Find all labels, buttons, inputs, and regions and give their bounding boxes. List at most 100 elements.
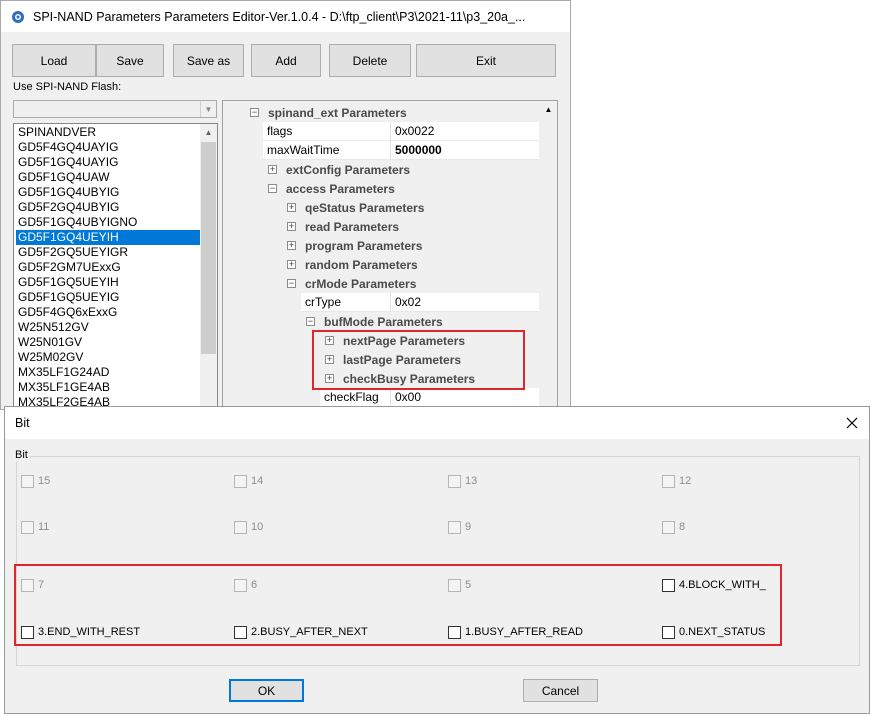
expand-icon[interactable]: + bbox=[287, 222, 296, 231]
main-titlebar[interactable]: SPI-NAND Parameters Parameters Editor-Ve… bbox=[1, 1, 570, 32]
flash-list-item[interactable]: GD5F1GQ4UAYIG bbox=[16, 155, 202, 170]
checkbox-icon bbox=[448, 474, 461, 488]
highlight-box-bits bbox=[14, 564, 782, 646]
tree-node-program[interactable]: + program Parameters bbox=[287, 236, 422, 255]
bit-group-label: Bit bbox=[13, 449, 30, 461]
bit-checkbox-label: 10 bbox=[251, 521, 264, 533]
tree-node-label: read Parameters bbox=[305, 219, 400, 234]
scroll-up-icon[interactable]: ▲ bbox=[540, 101, 557, 118]
tree-scrollbar[interactable]: ▲ bbox=[540, 101, 557, 412]
tree-node-label: qeStatus Parameters bbox=[305, 200, 425, 215]
chevron-down-icon[interactable]: ▼ bbox=[200, 101, 216, 117]
flash-list-item[interactable]: W25M02GV bbox=[16, 350, 202, 365]
collapse-icon[interactable]: − bbox=[306, 317, 315, 326]
bit-checkbox: 12 bbox=[662, 473, 691, 489]
flash-list-item[interactable]: GD5F1GQ4UEYIH bbox=[16, 230, 202, 245]
ok-button[interactable]: OK bbox=[229, 679, 304, 702]
flash-list-item[interactable]: GD5F4GQ6xExxG bbox=[16, 305, 202, 320]
tree-node-label: bufMode Parameters bbox=[324, 314, 443, 329]
tree-node-label: random Parameters bbox=[305, 257, 418, 272]
bit-dialog: Bit Bit 15 14 13 12 11 10 9 8 7 6 5 4.BLOCK_WITH_ 3.… bbox=[4, 406, 870, 714]
flash-list-item[interactable]: GD5F4GQ4UAYIG bbox=[16, 140, 202, 155]
flash-list-item[interactable]: GD5F2GQ5UEYIGR bbox=[16, 245, 202, 260]
main-window-title: SPI-NAND Parameters Parameters Editor-Ve… bbox=[33, 9, 526, 24]
tree-node-read[interactable]: + read Parameters bbox=[287, 217, 399, 236]
param-value[interactable]: 5000000 bbox=[391, 141, 539, 160]
exit-button[interactable]: Exit bbox=[416, 44, 556, 77]
expand-icon[interactable]: + bbox=[287, 241, 296, 250]
save-button[interactable]: Save bbox=[96, 44, 164, 77]
collapse-icon[interactable]: − bbox=[287, 279, 296, 288]
flash-select-label: Use SPI-NAND Flash: bbox=[13, 81, 122, 93]
flash-list-item[interactable]: GD5F1GQ4UBYIG bbox=[16, 185, 202, 200]
list-scrollbar[interactable]: ▲ bbox=[200, 124, 217, 412]
checkbox-icon bbox=[234, 474, 247, 488]
cancel-button[interactable]: Cancel bbox=[523, 679, 598, 702]
expand-icon[interactable]: + bbox=[287, 203, 296, 212]
parameter-tree[interactable]: − spinand_ext Parameters flags 0x0022 ma… bbox=[222, 100, 558, 413]
param-row-maxwaittime[interactable]: maxWaitTime 5000000 bbox=[263, 141, 539, 160]
flash-list-item[interactable]: GD5F1GQ4UBYIGNO bbox=[16, 215, 202, 230]
tree-node-label: spinand_ext Parameters bbox=[268, 105, 407, 120]
tree-node-random[interactable]: + random Parameters bbox=[287, 255, 418, 274]
bit-checkbox: 11 bbox=[21, 519, 49, 535]
param-row-checkflag[interactable]: checkFlag 0x00 bbox=[320, 388, 539, 407]
bit-dialog-title: Bit bbox=[15, 416, 30, 430]
flash-list-item[interactable]: SPINANDVER bbox=[16, 125, 202, 140]
flash-list-item[interactable]: GD5F2GM7UExxG bbox=[16, 260, 202, 275]
bit-checkbox: 9 bbox=[448, 519, 471, 535]
bit-checkbox: 15 bbox=[21, 473, 50, 489]
param-value[interactable]: 0x00 bbox=[391, 388, 539, 407]
checkbox-icon bbox=[21, 520, 34, 534]
tree-node-crmode[interactable]: − crMode Parameters bbox=[287, 274, 416, 293]
checkbox-icon bbox=[21, 474, 34, 488]
param-name: flags bbox=[263, 122, 391, 141]
close-icon[interactable] bbox=[841, 412, 863, 434]
bit-dialog-titlebar[interactable]: Bit bbox=[5, 407, 869, 439]
flash-list-item[interactable]: MX35LF1GE4AB bbox=[16, 380, 202, 395]
flash-list-item[interactable]: GD5F1GQ5UEYIG bbox=[16, 290, 202, 305]
checkbox-icon bbox=[448, 520, 461, 534]
flash-list-item[interactable]: GD5F2GQ4UBYIG bbox=[16, 200, 202, 215]
param-value[interactable]: 0x02 bbox=[391, 293, 539, 312]
flash-list-item[interactable]: MX35LF1G24AD bbox=[16, 365, 202, 380]
delete-button[interactable]: Delete bbox=[329, 44, 411, 77]
bit-checkbox-label: 12 bbox=[679, 475, 692, 487]
bit-checkbox: 13 bbox=[448, 473, 477, 489]
flash-combo[interactable]: ▼ bbox=[13, 100, 217, 118]
param-row-crtype[interactable]: crType 0x02 bbox=[301, 293, 539, 312]
add-button[interactable]: Add bbox=[251, 44, 321, 77]
param-name: checkFlag bbox=[320, 388, 391, 407]
param-value[interactable]: 0x0022 bbox=[391, 122, 539, 141]
tree-node-qestatus[interactable]: + qeStatus Parameters bbox=[287, 198, 424, 217]
flash-list-item[interactable]: GD5F1GQ4UAW bbox=[16, 170, 202, 185]
bit-checkbox: 8 bbox=[662, 519, 685, 535]
tree-node-spinand-ext[interactable]: − spinand_ext Parameters bbox=[250, 103, 407, 122]
flash-list[interactable]: SPINANDVER GD5F4GQ4UAYIG GD5F1GQ4UAYIG GD5F… bbox=[13, 123, 218, 413]
tree-node-extconfig[interactable]: + extConfig Parameters bbox=[268, 160, 410, 179]
checkbox-icon bbox=[662, 520, 675, 534]
bit-checkbox: 10 bbox=[234, 519, 263, 535]
save-as-button[interactable]: Save as bbox=[173, 44, 244, 77]
tree-node-bufmode[interactable]: − bufMode Parameters bbox=[306, 312, 443, 331]
param-name: crType bbox=[301, 293, 391, 312]
flash-list-item[interactable]: W25N01GV bbox=[16, 335, 202, 350]
bit-checkbox-label: 13 bbox=[465, 475, 478, 487]
bit-checkbox-label: 9 bbox=[465, 521, 472, 533]
collapse-icon[interactable]: − bbox=[268, 184, 277, 193]
collapse-icon[interactable]: − bbox=[250, 108, 259, 117]
tree-node-label: program Parameters bbox=[305, 238, 423, 253]
scroll-up-icon[interactable]: ▲ bbox=[200, 124, 217, 141]
bit-checkbox-label: 11 bbox=[38, 521, 50, 533]
load-button[interactable]: Load bbox=[12, 44, 96, 77]
param-row-flags[interactable]: flags 0x0022 bbox=[263, 122, 539, 141]
tree-node-access[interactable]: − access Parameters bbox=[268, 179, 395, 198]
tree-node-label: extConfig Parameters bbox=[286, 162, 411, 177]
flash-list-item[interactable]: W25N512GV bbox=[16, 320, 202, 335]
tree-node-label: access Parameters bbox=[286, 181, 395, 196]
flash-list-item[interactable]: GD5F1GQ5UEYIH bbox=[16, 275, 202, 290]
app-icon bbox=[12, 10, 24, 23]
expand-icon[interactable]: + bbox=[287, 260, 296, 269]
expand-icon[interactable]: + bbox=[268, 165, 277, 174]
scroll-thumb[interactable] bbox=[201, 142, 216, 354]
